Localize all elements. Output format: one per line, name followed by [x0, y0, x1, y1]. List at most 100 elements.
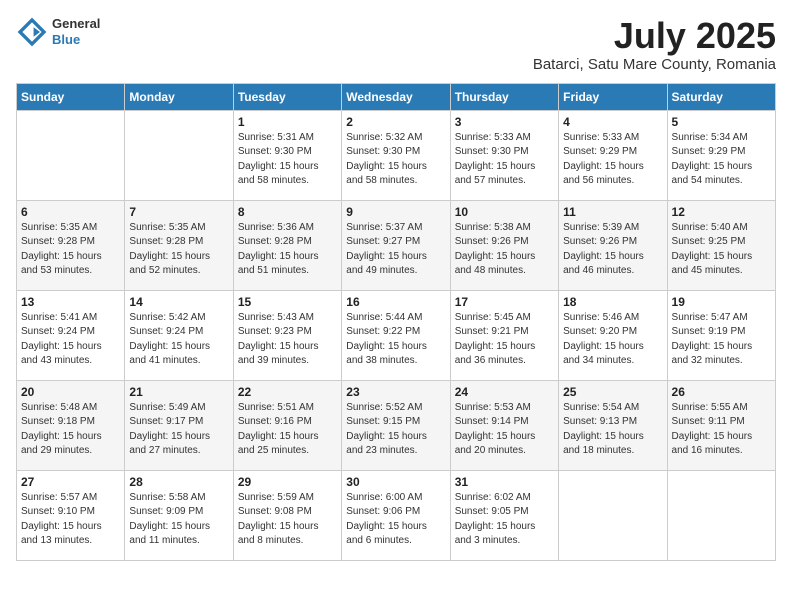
calendar-cell: 27 Sunrise: 5:57 AMSunset: 9:10 PMDayligh… — [17, 470, 125, 560]
weekday-header: Tuesday — [233, 83, 341, 110]
day-number: 17 — [455, 295, 554, 309]
calendar-cell: 18 Sunrise: 5:46 AMSunset: 9:20 PMDayligh… — [559, 290, 667, 380]
calendar-week-row: 20Sunrise: 5:48 AMSunset: 9:18 PMDayligh… — [17, 380, 776, 470]
calendar-header-row: SundayMondayTuesdayWednesdayThursdayFrid… — [17, 83, 776, 110]
calendar-week-row: 27 Sunrise: 5:57 AMSunset: 9:10 PMDayligh… — [17, 470, 776, 560]
calendar-week-row: 13 Sunrise: 5:41 AMSunset: 9:24 PMDayligh… — [17, 290, 776, 380]
day-number: 2 — [346, 115, 445, 129]
calendar-cell: 23 Sunrise: 5:52 AMSunset: 9:15 PMDayligh… — [342, 380, 450, 470]
weekday-header: Wednesday — [342, 83, 450, 110]
day-info: Sunrise: 5:38 AMSunset: 9:26 PMDaylight:… — [455, 221, 554, 279]
calendar-cell: 8Sunrise: 5:36 AMSunset: 9:28 PMDaylight… — [233, 200, 341, 290]
day-info: Sunrise: 5:35 AMSunset: 9:28 PMDaylight:… — [129, 221, 228, 279]
weekday-header: Monday — [125, 83, 233, 110]
day-number: 14 — [129, 295, 228, 309]
calendar-cell: 16 Sunrise: 5:44 AMSunset: 9:22 PMDayligh… — [342, 290, 450, 380]
day-info: Sunrise: 5:33 AMSunset: 9:30 PMDaylight:… — [455, 131, 554, 189]
day-number: 8 — [238, 205, 337, 219]
calendar-cell: 22 Sunrise: 5:51 AMSunset: 9:16 PMDayligh… — [233, 380, 341, 470]
day-info: Sunrise: 5:55 AMSunset: 9:11 PMDaylight:… — [672, 401, 771, 459]
day-number: 15 — [238, 295, 337, 309]
calendar-cell: 10Sunrise: 5:38 AMSunset: 9:26 PMDayligh… — [450, 200, 558, 290]
day-info: Sunrise: 5:49 AMSunset: 9:17 PMDaylight:… — [129, 401, 228, 459]
day-info: Sunrise: 5:59 AMSunset: 9:08 PMDaylight:… — [238, 491, 337, 549]
calendar-cell: 12 Sunrise: 5:40 AMSunset: 9:25 PMDayligh… — [667, 200, 775, 290]
calendar-cell: 31Sunrise: 6:02 AMSunset: 9:05 PMDayligh… — [450, 470, 558, 560]
day-info: Sunrise: 5:41 AMSunset: 9:24 PMDaylight:… — [21, 311, 120, 369]
day-number: 23 — [346, 385, 445, 399]
calendar-cell — [559, 470, 667, 560]
month-year: July 2025 — [533, 16, 776, 56]
day-info: Sunrise: 5:39 AMSunset: 9:26 PMDaylight:… — [563, 221, 662, 279]
calendar-cell — [667, 470, 775, 560]
calendar-week-row: 1 Sunrise: 5:31 AMSunset: 9:30 PMDaylight… — [17, 110, 776, 200]
calendar-cell: 2 Sunrise: 5:32 AMSunset: 9:30 PMDaylight… — [342, 110, 450, 200]
day-info: Sunrise: 5:52 AMSunset: 9:15 PMDaylight:… — [346, 401, 445, 459]
calendar-cell: 20Sunrise: 5:48 AMSunset: 9:18 PMDayligh… — [17, 380, 125, 470]
day-info: Sunrise: 5:42 AMSunset: 9:24 PMDaylight:… — [129, 311, 228, 369]
day-number: 31 — [455, 475, 554, 489]
day-number: 24 — [455, 385, 554, 399]
day-info: Sunrise: 5:51 AMSunset: 9:16 PMDaylight:… — [238, 401, 337, 459]
day-info: Sunrise: 6:00 AMSunset: 9:06 PMDaylight:… — [346, 491, 445, 549]
day-number: 12 — [672, 205, 771, 219]
weekday-header: Sunday — [17, 83, 125, 110]
calendar-cell — [17, 110, 125, 200]
day-info: Sunrise: 5:46 AMSunset: 9:20 PMDaylight:… — [563, 311, 662, 369]
day-number: 28 — [129, 475, 228, 489]
day-number: 16 — [346, 295, 445, 309]
day-number: 22 — [238, 385, 337, 399]
day-info: Sunrise: 5:43 AMSunset: 9:23 PMDaylight:… — [238, 311, 337, 369]
day-number: 3 — [455, 115, 554, 129]
day-number: 4 — [563, 115, 662, 129]
location: Batarci, Satu Mare County, Romania — [533, 56, 776, 73]
day-info: Sunrise: 5:57 AMSunset: 9:10 PMDaylight:… — [21, 491, 120, 549]
day-number: 25 — [563, 385, 662, 399]
day-number: 20 — [21, 385, 120, 399]
logo-icon — [16, 16, 48, 48]
day-info: Sunrise: 5:44 AMSunset: 9:22 PMDaylight:… — [346, 311, 445, 369]
calendar-table: SundayMondayTuesdayWednesdayThursdayFrid… — [16, 83, 776, 561]
calendar-week-row: 6Sunrise: 5:35 AMSunset: 9:28 PMDaylight… — [17, 200, 776, 290]
page-header: General Blue July 2025 Batarci, Satu Mar… — [16, 16, 776, 73]
day-info: Sunrise: 5:58 AMSunset: 9:09 PMDaylight:… — [129, 491, 228, 549]
day-info: Sunrise: 5:34 AMSunset: 9:29 PMDaylight:… — [672, 131, 771, 189]
calendar-cell: 15 Sunrise: 5:43 AMSunset: 9:23 PMDayligh… — [233, 290, 341, 380]
calendar-cell: 25 Sunrise: 5:54 AMSunset: 9:13 PMDayligh… — [559, 380, 667, 470]
calendar-cell — [125, 110, 233, 200]
day-number: 26 — [672, 385, 771, 399]
day-number: 29 — [238, 475, 337, 489]
calendar-cell: 9 Sunrise: 5:37 AMSunset: 9:27 PMDaylight… — [342, 200, 450, 290]
calendar-cell: 30 Sunrise: 6:00 AMSunset: 9:06 PMDayligh… — [342, 470, 450, 560]
day-number: 19 — [672, 295, 771, 309]
calendar-cell: 4 Sunrise: 5:33 AMSunset: 9:29 PMDaylight… — [559, 110, 667, 200]
logo-line1: General — [52, 16, 100, 32]
day-number: 9 — [346, 205, 445, 219]
calendar-cell: 13 Sunrise: 5:41 AMSunset: 9:24 PMDayligh… — [17, 290, 125, 380]
calendar-cell: 5 Sunrise: 5:34 AMSunset: 9:29 PMDaylight… — [667, 110, 775, 200]
logo-line2: Blue — [52, 32, 100, 48]
day-number: 21 — [129, 385, 228, 399]
day-info: Sunrise: 5:54 AMSunset: 9:13 PMDaylight:… — [563, 401, 662, 459]
calendar-cell: 28 Sunrise: 5:58 AMSunset: 9:09 PMDayligh… — [125, 470, 233, 560]
title-block: July 2025 Batarci, Satu Mare County, Rom… — [533, 16, 776, 73]
day-number: 30 — [346, 475, 445, 489]
day-info: Sunrise: 5:33 AMSunset: 9:29 PMDaylight:… — [563, 131, 662, 189]
calendar-cell: 1 Sunrise: 5:31 AMSunset: 9:30 PMDaylight… — [233, 110, 341, 200]
day-info: Sunrise: 5:37 AMSunset: 9:27 PMDaylight:… — [346, 221, 445, 279]
day-number: 13 — [21, 295, 120, 309]
day-info: Sunrise: 5:45 AMSunset: 9:21 PMDaylight:… — [455, 311, 554, 369]
day-info: Sunrise: 5:40 AMSunset: 9:25 PMDaylight:… — [672, 221, 771, 279]
calendar-cell: 21 Sunrise: 5:49 AMSunset: 9:17 PMDayligh… — [125, 380, 233, 470]
weekday-header: Saturday — [667, 83, 775, 110]
calendar-cell: 26 Sunrise: 5:55 AMSunset: 9:11 PMDayligh… — [667, 380, 775, 470]
day-info: Sunrise: 5:47 AMSunset: 9:19 PMDaylight:… — [672, 311, 771, 369]
day-info: Sunrise: 5:31 AMSunset: 9:30 PMDaylight:… — [238, 131, 337, 189]
calendar-cell: 24Sunrise: 5:53 AMSunset: 9:14 PMDayligh… — [450, 380, 558, 470]
day-number: 18 — [563, 295, 662, 309]
day-info: Sunrise: 5:35 AMSunset: 9:28 PMDaylight:… — [21, 221, 120, 279]
day-number: 1 — [238, 115, 337, 129]
day-info: Sunrise: 5:32 AMSunset: 9:30 PMDaylight:… — [346, 131, 445, 189]
day-number: 5 — [672, 115, 771, 129]
day-number: 27 — [21, 475, 120, 489]
